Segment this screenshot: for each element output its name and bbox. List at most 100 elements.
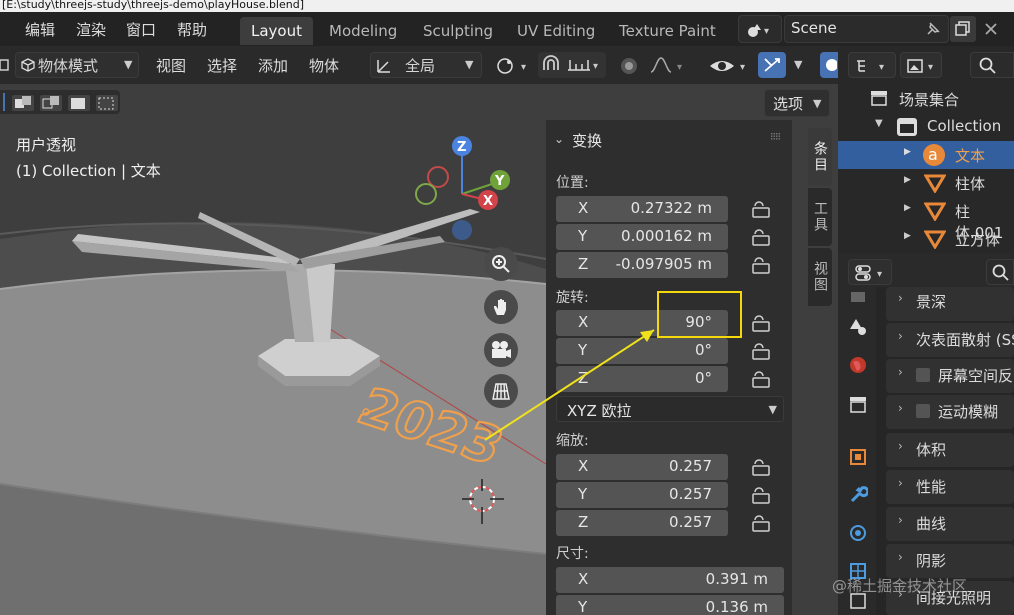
options-dropdown[interactable]: 选项 ▼	[764, 89, 830, 117]
transform-section-title[interactable]: 变换	[572, 130, 602, 151]
expand-chevron-icon[interactable]: ▶	[904, 231, 911, 241]
menu-help[interactable]: 帮助	[177, 19, 207, 40]
navigation-gizmo[interactable]: Z Y X	[410, 134, 520, 244]
pin-icon[interactable]	[925, 21, 941, 37]
tab-render[interactable]	[844, 313, 872, 341]
outliner-item-cylinder[interactable]: ▶ 柱体	[838, 169, 1014, 197]
outliner-scene-collection[interactable]: 场景集合	[838, 85, 1014, 113]
expand-chevron-icon[interactable]: ▶	[904, 175, 911, 185]
tab-tool[interactable]: 工具	[808, 188, 832, 246]
location-x-field[interactable]: X 0.27322 m	[556, 196, 728, 222]
tab-uv-editing[interactable]: UV Editing	[506, 17, 606, 45]
panel-curves[interactable]: › 曲线	[886, 507, 1014, 541]
object-mode-icon	[21, 58, 35, 72]
location-z-field[interactable]: Z -0.097905 m	[556, 252, 728, 278]
scene-selector-button[interactable]: ▾	[738, 15, 782, 43]
properties-search-field[interactable]	[986, 259, 1014, 285]
outliner-display-mode-dropdown[interactable]: ▾	[848, 52, 896, 78]
dimensions-label: 尺寸:	[556, 546, 589, 562]
panel-subsurface-scattering[interactable]: › 次表面散射 (SS	[886, 323, 1014, 357]
rotation-z-field[interactable]: Z 0°	[556, 366, 728, 392]
proportional-edit-icon: ▾	[621, 57, 682, 74]
menu-view[interactable]: 视图	[156, 55, 186, 76]
expand-chevron-icon[interactable]: ▶	[904, 203, 911, 213]
new-scene-button[interactable]	[950, 16, 976, 42]
expand-chevron-icon[interactable]: ▶	[904, 147, 911, 157]
mode-dropdown[interactable]: 物体模式 ▼	[15, 52, 139, 78]
panel-performance[interactable]: › 性能	[886, 470, 1014, 504]
ortho-toggle-button[interactable]	[484, 374, 518, 408]
outliner-item-text[interactable]: ▶ a 文本	[838, 141, 1014, 169]
location-y-field[interactable]: Y 0.000162 m	[556, 224, 728, 250]
tab-tool-settings[interactable]	[844, 283, 872, 311]
lock-icons-upper[interactable]	[750, 200, 774, 400]
lock-icons-lower[interactable]	[750, 458, 774, 542]
editor-type-icon[interactable]	[0, 58, 12, 72]
menu-edit[interactable]: 编辑	[25, 19, 55, 40]
axis-label: Y	[578, 598, 588, 615]
menu-object[interactable]: 物体	[309, 55, 339, 76]
overlay-toggle[interactable]	[820, 52, 838, 78]
camera-view-button[interactable]	[484, 333, 518, 367]
outliner-search-field[interactable]	[970, 52, 1014, 78]
scene-name-field[interactable]: Scene	[784, 15, 949, 43]
rotation-y-field[interactable]: Y 0°	[556, 338, 728, 364]
outliner-collection[interactable]: ▼ Collection	[838, 113, 1014, 141]
dimensions-x-field[interactable]: X 0.391 m	[556, 567, 784, 593]
rotation-z-value: 0°	[694, 369, 712, 387]
delete-scene-button[interactable]	[980, 16, 1004, 42]
properties-editor-type-dropdown[interactable]: ▾	[848, 259, 892, 285]
tab-physics[interactable]	[844, 519, 872, 547]
snap-toggle[interactable]: ▾	[538, 52, 606, 78]
properties-editor: ▾ › 景深 › 次表面散射 (SS › 屏幕空间反 › 运动模糊 › 体积 › 性能 › 曲…	[838, 253, 1014, 615]
gizmo-toggle[interactable]	[758, 52, 786, 78]
svg-text:▾: ▾	[521, 62, 526, 73]
outliner-item-cube[interactable]: ▶ 立方体	[838, 225, 1014, 253]
panel-screen-space-reflections[interactable]: › 屏幕空间反	[886, 359, 1014, 393]
tab-world[interactable]	[844, 351, 872, 379]
menu-window[interactable]: 窗口	[126, 19, 156, 40]
outliner-filter-dropdown[interactable]: ▾	[900, 52, 942, 78]
tab-modifiers[interactable]	[844, 481, 872, 509]
selection-mode-icons[interactable]	[0, 90, 120, 114]
visibility-dropdown[interactable]: ▾	[708, 54, 752, 78]
menu-select[interactable]: 选择	[207, 55, 237, 76]
tab-collection[interactable]	[844, 391, 872, 419]
location-label: 位置:	[556, 175, 589, 191]
tab-item[interactable]: 条目	[808, 128, 832, 186]
scale-x-value: 0.257	[669, 457, 712, 475]
properties-icon: ▾	[855, 265, 882, 281]
pan-button[interactable]	[484, 290, 518, 324]
collapse-chevron-icon[interactable]: ⌄	[554, 132, 564, 146]
zoom-button[interactable]	[484, 247, 518, 281]
checkbox[interactable]	[916, 368, 930, 382]
tab-view[interactable]: 视图	[808, 248, 832, 306]
gizmo-dropdown-chevron[interactable]: ▼	[794, 58, 802, 71]
proportional-edit-toggle[interactable]: ▾	[617, 54, 687, 78]
tab-object[interactable]	[844, 443, 872, 471]
n-panel-sidebar: ⌄ 变换 ⁝⁝⁝⁝ 位置: X 0.27322 m Y 0.000162 m Z -0…	[546, 120, 792, 615]
panel-shadows[interactable]: › 阴影	[886, 544, 1014, 578]
panel-depth-of-field[interactable]: › 景深	[886, 287, 1014, 321]
scale-y-field[interactable]: Y 0.257	[556, 482, 728, 508]
outliner-item-cylinder-001[interactable]: ▶ 柱体.001	[838, 197, 1014, 242]
scale-x-field[interactable]: X 0.257	[556, 454, 728, 480]
transform-orientation-dropdown[interactable]: 全局 ▼	[370, 52, 482, 78]
drag-handle-icon[interactable]: ⁝⁝⁝⁝	[770, 130, 781, 143]
render-icon	[850, 319, 866, 335]
panel-volumetrics[interactable]: › 体积	[886, 433, 1014, 467]
menu-render[interactable]: 渲染	[76, 19, 106, 40]
orientation-label: 全局	[405, 57, 436, 75]
expand-chevron-icon[interactable]: ▼	[875, 118, 883, 129]
panel-motion-blur[interactable]: › 运动模糊	[886, 395, 1014, 429]
tab-sculpting[interactable]: Sculpting	[412, 17, 504, 45]
scale-z-field[interactable]: Z 0.257	[556, 510, 728, 536]
menu-add[interactable]: 添加	[258, 55, 288, 76]
pivot-dropdown[interactable]: ▾	[493, 54, 533, 78]
rotation-x-field[interactable]: X 90°	[556, 310, 728, 336]
tab-modeling[interactable]: Modeling	[318, 17, 408, 45]
tab-layout[interactable]: Layout	[240, 17, 313, 45]
dimensions-y-field[interactable]: Y 0.136 m	[556, 595, 784, 615]
tab-texture-paint[interactable]: Texture Paint	[608, 17, 727, 45]
checkbox[interactable]	[916, 404, 930, 418]
